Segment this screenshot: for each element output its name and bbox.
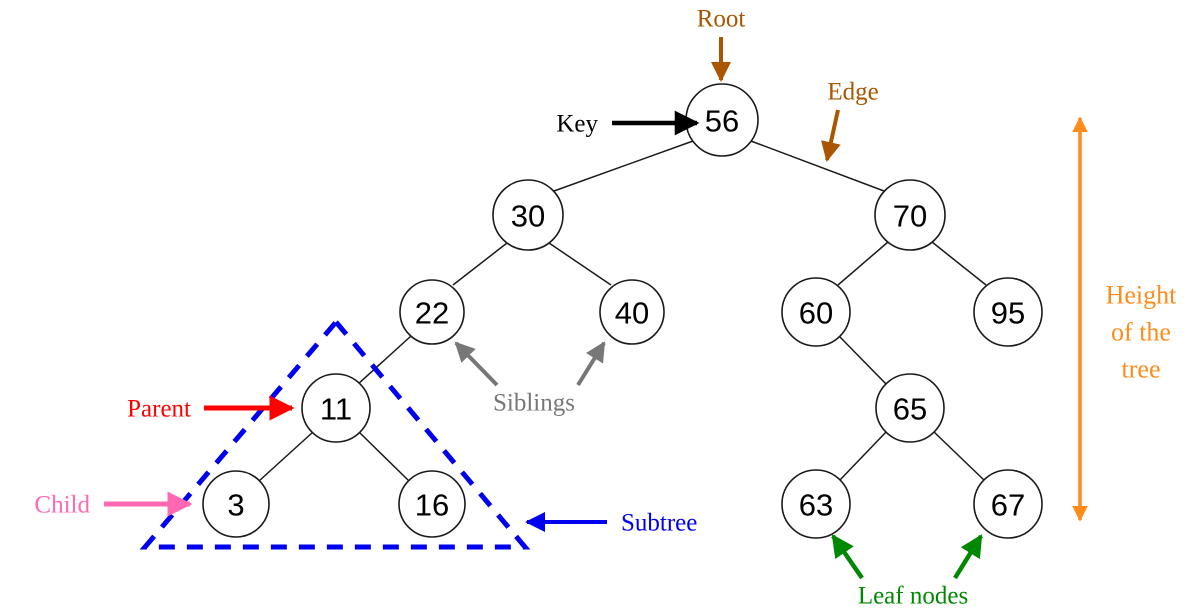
edge-arrow-icon (821, 109, 841, 162)
node-value: 56 (705, 104, 739, 139)
edge-30-22 (452, 242, 508, 286)
node-60[interactable]: 60 (781, 277, 851, 347)
node-11[interactable]: 11 (301, 373, 371, 443)
parent-label: Parent (127, 396, 191, 423)
annotation-root: Root (697, 6, 746, 82)
siblings-arrow-left-icon (454, 341, 499, 387)
node-95[interactable]: 95 (973, 277, 1043, 347)
node-30[interactable]: 30 (492, 179, 564, 251)
edge-56-30 (553, 140, 694, 192)
annotation-siblings: Siblings (454, 341, 606, 417)
edge-label: Edge (827, 79, 878, 106)
node-3[interactable]: 3 (202, 470, 270, 538)
annotation-subtree: Subtree (525, 510, 697, 537)
edge-70-60 (837, 241, 889, 286)
edge-56-70 (750, 140, 885, 192)
leaf-arrow-right-icon (953, 534, 983, 580)
node-22[interactable]: 22 (399, 279, 465, 345)
node-value: 63 (799, 488, 833, 523)
child-label: Child (34, 492, 90, 519)
edge-65-63 (838, 430, 888, 482)
key-label: Key (556, 111, 598, 138)
node-16[interactable]: 16 (398, 470, 466, 538)
annotation-parent: Parent (127, 395, 295, 423)
node-65[interactable]: 65 (875, 373, 945, 443)
node-70[interactable]: 70 (874, 179, 946, 251)
node-value: 40 (615, 296, 649, 331)
node-63[interactable]: 63 (781, 469, 851, 539)
height-label-line-3: tree (1122, 355, 1161, 384)
node-value: 67 (991, 488, 1025, 523)
tree-canvas: 56 30 70 22 40 60 95 11 65 3 16 63 67 Ro… (34, 6, 1178, 610)
node-value: 65 (893, 392, 927, 427)
siblings-label: Siblings (493, 390, 575, 417)
siblings-arrow-right-icon (576, 341, 606, 387)
height-label-line-1: Height (1106, 281, 1178, 310)
leaf-arrow-left-icon (831, 534, 864, 580)
node-value: 3 (227, 488, 244, 523)
tree-nodes: 56 30 70 22 40 60 95 11 65 3 16 63 67 (202, 83, 1043, 539)
root-label: Root (697, 6, 746, 33)
edge-70-95 (931, 241, 987, 286)
edge-11-3 (258, 431, 314, 482)
leaf-nodes-label: Leaf nodes (858, 583, 968, 610)
node-value: 16 (415, 488, 449, 523)
annotation-edge: Edge (821, 79, 879, 162)
bst-terminology-diagram: 56 30 70 22 40 60 95 11 65 3 16 63 67 Ro… (0, 0, 1194, 614)
node-value: 60 (799, 296, 833, 331)
annotation-height-of-tree: Height of the tree (1072, 116, 1178, 522)
node-56[interactable]: 56 (685, 83, 759, 157)
node-40[interactable]: 40 (599, 279, 665, 345)
node-value: 70 (893, 199, 927, 234)
edge-60-65 (838, 335, 888, 386)
node-value: 22 (415, 296, 449, 331)
edge-22-11 (356, 335, 412, 386)
annotation-leaf-nodes: Leaf nodes (831, 534, 983, 610)
edge-65-67 (932, 430, 986, 482)
annotation-child: Child (34, 491, 193, 519)
edge-30-40 (548, 242, 612, 286)
annotation-key: Key (556, 111, 700, 138)
node-value: 30 (511, 199, 545, 234)
subtree-label: Subtree (621, 510, 697, 537)
node-value: 95 (991, 296, 1025, 331)
edge-11-16 (358, 431, 410, 482)
node-67[interactable]: 67 (973, 469, 1043, 539)
height-label-line-2: of the (1111, 318, 1171, 347)
node-value: 11 (320, 392, 352, 427)
